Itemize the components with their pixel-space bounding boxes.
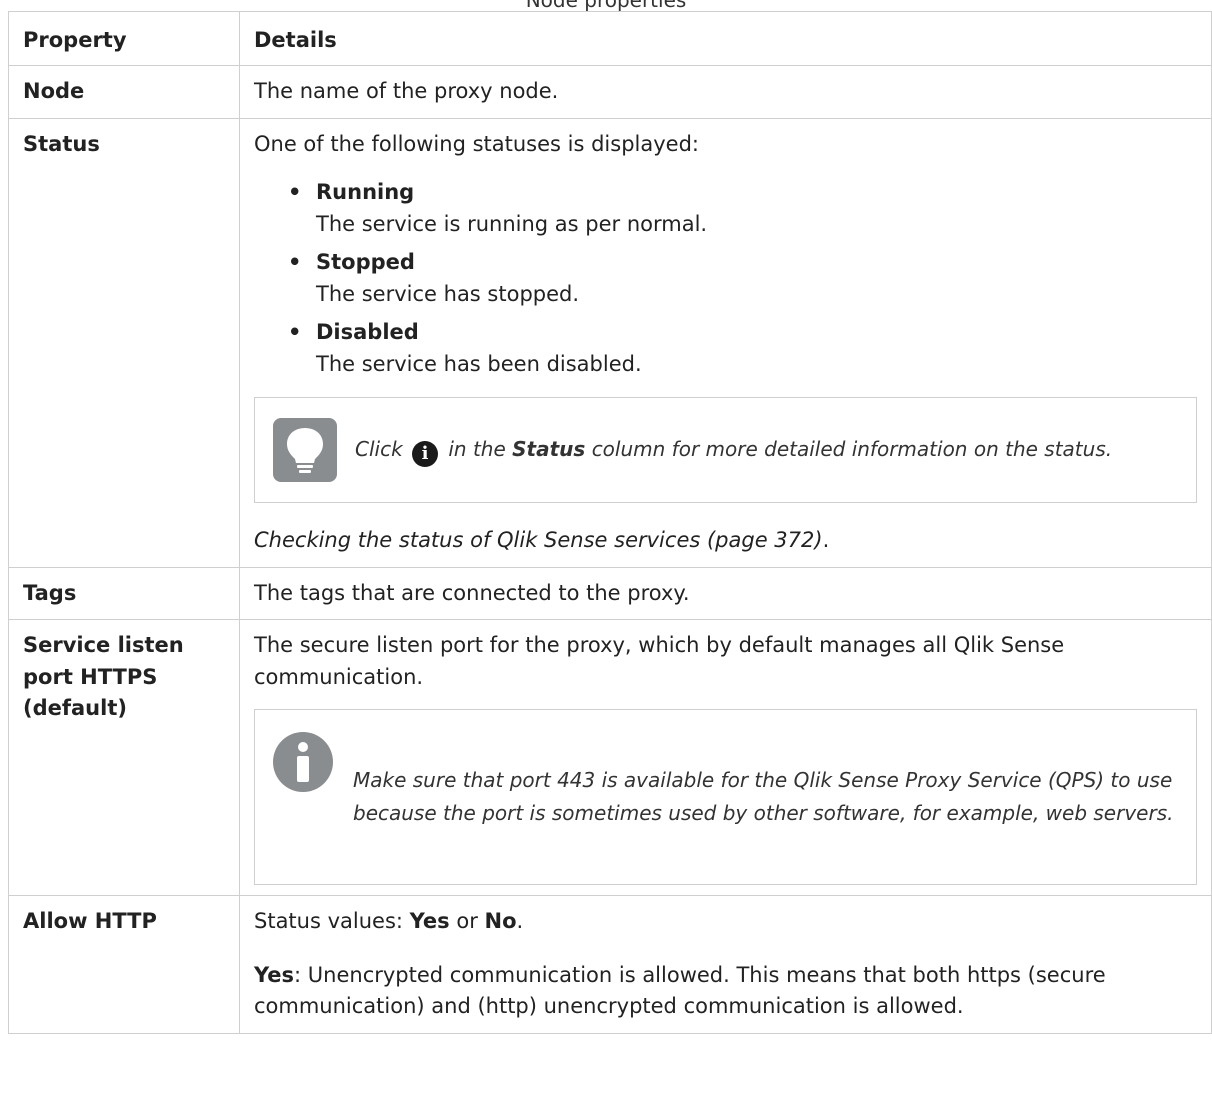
- status-item-desc: The service is running as per normal.: [316, 212, 708, 236]
- property-https-line3: (default): [23, 696, 127, 720]
- table-caption: Node properties: [525, 0, 687, 12]
- tip-text-pre: Click: [355, 437, 403, 461]
- tip-text-post: column for more detailed information on …: [591, 437, 1113, 461]
- table-row: Node The name of the proxy node.: [8, 65, 1212, 119]
- status-intro: One of the following statuses is display…: [254, 131, 699, 156]
- property-http: Allow HTTP: [8, 895, 240, 1034]
- list-item: • Disabled The service has been disabled…: [288, 312, 1197, 379]
- status-item-desc: The service has stopped.: [316, 282, 580, 306]
- http-yes: Yes: [409, 909, 450, 933]
- table-row: Tags The tags that are connected to the …: [8, 566, 1212, 620]
- bullet-icon: •: [288, 250, 302, 274]
- link-suffix: .: [822, 528, 830, 552]
- header-property: Property: [8, 11, 240, 66]
- details-tags: The tags that are connected to the proxy…: [239, 566, 1212, 620]
- status-list: • Running The service is running as per …: [254, 172, 1197, 379]
- bullet-icon: •: [288, 320, 302, 344]
- info-icon: i: [412, 441, 439, 467]
- table-row: Status One of the following statuses is …: [8, 117, 1212, 568]
- details-https: The secure listen port for the proxy, wh…: [239, 619, 1212, 896]
- tip-text-mid: in the: [448, 437, 506, 461]
- bullet-icon: •: [288, 180, 302, 204]
- property-node: Node: [8, 65, 240, 119]
- details-status: One of the following statuses is display…: [239, 117, 1212, 568]
- http-yes-desc: Yes: Unencrypted communication is allowe…: [254, 960, 1197, 1023]
- status-link-line: Checking the status of Qlik Sense servic…: [254, 525, 1197, 557]
- table-header-row: Property Details: [8, 11, 1212, 66]
- http-no: No: [484, 909, 517, 933]
- http-values-prefix: Status values:: [254, 909, 410, 933]
- status-item-title: Running: [316, 180, 415, 204]
- http-yes-text: : Unencrypted communication is allowed. …: [254, 962, 1106, 1019]
- http-values: Status values: Yes or No.: [254, 906, 1197, 938]
- lightbulb-icon: [273, 418, 337, 482]
- table-row: Allow HTTP Status values: Yes or No. Yes…: [8, 895, 1212, 1034]
- property-https-line2: port HTTPS: [23, 664, 158, 689]
- tip-text: Click i in the Status column for more de…: [355, 433, 1112, 467]
- https-description: The secure listen port for the proxy, wh…: [254, 633, 1065, 689]
- info-note: Make sure that port 443 is available for…: [254, 709, 1197, 885]
- status-item-desc: The service has been disabled.: [316, 352, 642, 376]
- header-details: Details: [239, 11, 1212, 66]
- http-values-suffix: .: [516, 909, 524, 933]
- http-or: or: [449, 909, 485, 933]
- node-properties-table: Property Details Node The name of the pr…: [8, 11, 1212, 1034]
- details-http: Status values: Yes or No. Yes: Unencrypt…: [239, 895, 1212, 1034]
- table-row: Service listen port HTTPS (default) The …: [8, 619, 1212, 896]
- status-item-title: Disabled: [316, 320, 419, 344]
- list-item: • Running The service is running as per …: [288, 172, 1197, 239]
- tip-note: Click i in the Status column for more de…: [254, 397, 1197, 503]
- tip-text-bold: Status: [512, 437, 586, 461]
- http-yes-label: Yes: [254, 962, 295, 987]
- property-status: Status: [8, 117, 240, 568]
- list-item: • Stopped The service has stopped.: [288, 242, 1197, 309]
- property-tags: Tags: [8, 566, 240, 620]
- info-circle-icon: [273, 732, 333, 792]
- details-node: The name of the proxy node.: [239, 65, 1212, 119]
- property-https: Service listen port HTTPS (default): [8, 619, 240, 896]
- status-item-title: Stopped: [316, 250, 415, 274]
- info-note-text: Make sure that port 443 is available for…: [353, 768, 1174, 825]
- property-https-line1: Service listen: [23, 633, 184, 657]
- status-doc-link[interactable]: Checking the status of Qlik Sense servic…: [254, 528, 823, 552]
